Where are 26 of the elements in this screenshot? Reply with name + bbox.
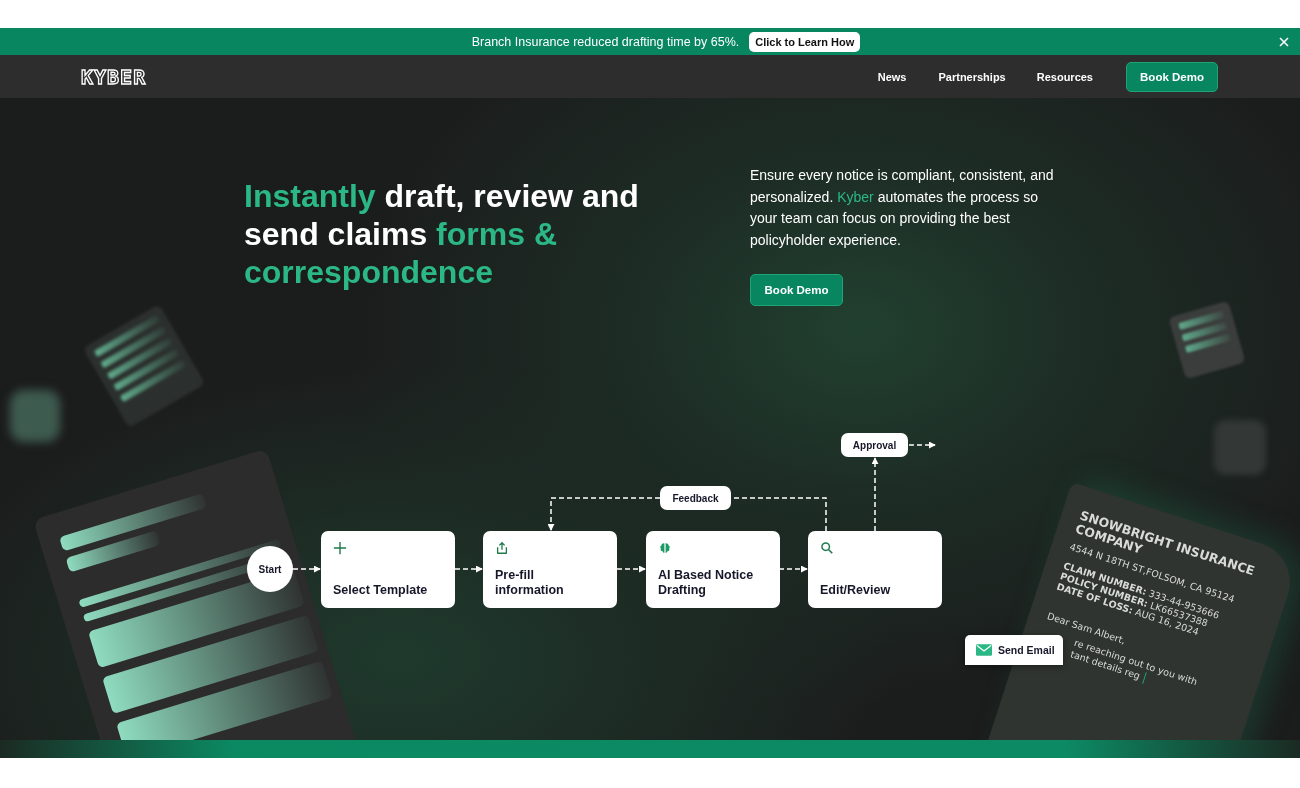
step-label: Edit/Review: [820, 583, 891, 598]
brain-icon: [658, 541, 672, 555]
approval-label: Approval: [841, 433, 908, 457]
envelope-icon: [976, 644, 992, 656]
search-icon: [820, 541, 834, 555]
headline: Instantly draft, review and send claims forms & correspondence: [244, 177, 640, 291]
nav-link[interactable]: Resources: [1036, 70, 1093, 83]
description-text: Ensure every notice is compliant, consistent, and personalized. Kyber automates the process so your team can focus on providing the best policyholder experience.: [750, 166, 1055, 251]
announcement-text: Branch Insurance reduced drafting time by 65%.: [471, 34, 740, 49]
step-label: Select Template: [333, 583, 428, 598]
close-icon[interactable]: [1279, 37, 1289, 47]
step-label: AI Based Notice Drafting: [658, 568, 755, 598]
blurred-shape-drawing: [1214, 420, 1266, 475]
book-demo-button[interactable]: Book Demo: [750, 273, 843, 306]
blurred-shape-drawing: [10, 390, 60, 442]
logo[interactable]: KYBER: [81, 64, 147, 89]
nav-link[interactable]: Partnerships: [938, 70, 1006, 83]
book-demo-button[interactable]: Book Demo: [1126, 61, 1218, 92]
feedback-label: Feedback: [660, 486, 731, 510]
step-label: Pre-fill information: [495, 568, 565, 598]
learn-how-button[interactable]: Click to Learn How: [749, 31, 861, 52]
share-icon: [495, 541, 509, 555]
send-email-label: Send Email: [998, 644, 1055, 656]
nav-link[interactable]: News: [877, 70, 907, 83]
dashed-arrow: [908, 441, 936, 449]
plus-icon: [333, 541, 347, 555]
